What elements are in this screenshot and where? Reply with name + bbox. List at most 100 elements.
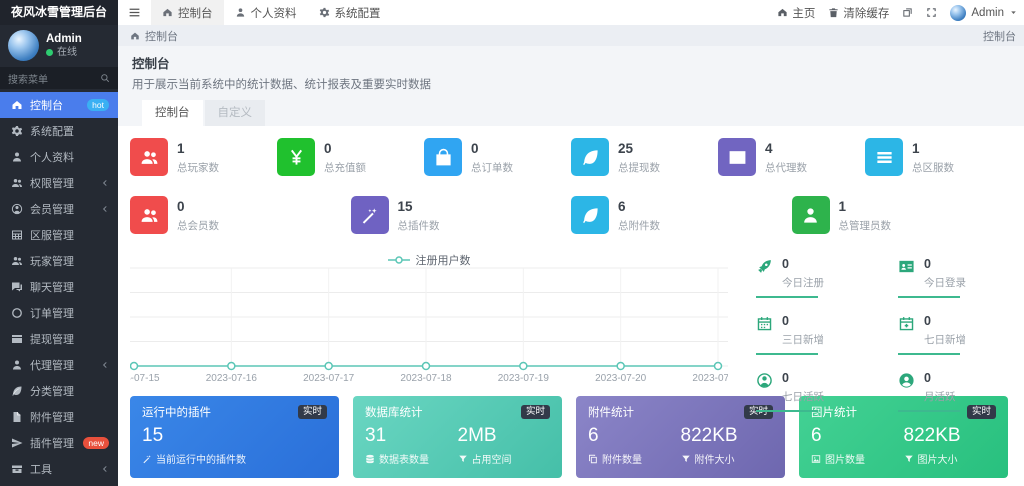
window-icon bbox=[902, 7, 913, 18]
user-name: Admin bbox=[46, 32, 82, 46]
sidebar-user-panel[interactable]: Admin 在线 bbox=[0, 25, 118, 65]
users-icon bbox=[11, 177, 23, 189]
users-icon bbox=[11, 255, 23, 267]
yen-icon bbox=[277, 138, 315, 176]
clear-cache-button[interactable]: 清除缓存 bbox=[828, 5, 889, 21]
topbar-tab-profile[interactable]: 个人资料 bbox=[224, 0, 308, 25]
topbar-user-name: Admin bbox=[971, 7, 1004, 19]
new-window-button[interactable] bbox=[902, 7, 913, 18]
database-icon bbox=[365, 454, 375, 464]
sidebar-item-players[interactable]: 玩家管理 bbox=[0, 248, 118, 274]
table-icon bbox=[11, 229, 23, 241]
svg-text:2023-07-18: 2023-07-18 bbox=[400, 373, 452, 384]
realtime-badge: 实时 bbox=[298, 405, 327, 419]
sidebar-item-dashboard[interactable]: 控制台hot bbox=[0, 92, 118, 118]
stat-monthly-active: 0月活跃 bbox=[898, 364, 1012, 421]
online-dot bbox=[46, 49, 53, 56]
sidebar-item-categories[interactable]: 分类管理 bbox=[0, 378, 118, 404]
legend-label: 注册用户数 bbox=[416, 252, 471, 268]
copy-icon bbox=[588, 454, 598, 464]
sidebar-item-permissions[interactable]: 权限管理 bbox=[0, 170, 118, 196]
stat-7day-active: 0七日活跃 bbox=[756, 364, 870, 421]
user-circle-icon bbox=[11, 203, 23, 215]
card-running-plugins: 运行中的插件实时 15当前运行中的插件数 bbox=[130, 396, 339, 478]
search-placeholder: 搜索菜单 bbox=[8, 71, 48, 86]
hot-badge: hot bbox=[87, 99, 109, 111]
chevron-left-icon bbox=[101, 465, 109, 473]
id-card-icon bbox=[718, 138, 756, 176]
stat-today-registered: 0今日注册 bbox=[756, 250, 870, 307]
filter-icon bbox=[458, 454, 468, 464]
admin-dashboard: 夜风冰雪管理后台 Admin 在线 搜索菜单 控制台hot 系统配置 个人资料 … bbox=[0, 0, 1024, 486]
sidebar-item-profile[interactable]: 个人资料 bbox=[0, 144, 118, 170]
page-title: 控制台 bbox=[132, 53, 1010, 72]
paper-plane-icon bbox=[11, 437, 23, 449]
sidebar-toggle-button[interactable] bbox=[118, 6, 151, 19]
user-icon bbox=[11, 151, 23, 163]
sidebar-item-attachments[interactable]: 附件管理 bbox=[0, 404, 118, 430]
dashboard-icon bbox=[130, 31, 140, 41]
sidebar-item-orders[interactable]: 订单管理 bbox=[0, 300, 118, 326]
comments-icon bbox=[11, 281, 23, 293]
svg-text:2023-07-19: 2023-07-19 bbox=[498, 373, 550, 384]
topbar-tab-dashboard[interactable]: 控制台 bbox=[151, 0, 224, 25]
bag-icon bbox=[424, 138, 462, 176]
user-menu[interactable]: Admin bbox=[950, 5, 1018, 21]
breadcrumb-right: 控制台 bbox=[983, 28, 1016, 44]
kpi-cards: 运行中的插件实时 15当前运行中的插件数 数据库统计实时 31数据表数量 2MB… bbox=[130, 396, 1008, 478]
stat-total-members: 0总会员数 bbox=[130, 196, 351, 240]
breadcrumb-bar: 控制台 控制台 bbox=[118, 25, 1024, 46]
gear-icon bbox=[319, 7, 330, 18]
topbar-tab-system-config[interactable]: 系统配置 bbox=[308, 0, 392, 25]
user-icon bbox=[792, 196, 830, 234]
middle-row: 注册用户数 2023-07-152023-07-162023-07-172023… bbox=[118, 250, 1024, 386]
users-icon bbox=[130, 138, 168, 176]
stat-total-agents: 4总代理数 bbox=[718, 138, 865, 182]
fullscreen-button[interactable] bbox=[926, 7, 937, 18]
card-title: 数据库统计 bbox=[365, 404, 423, 420]
stat-total-withdrawals: 25总提现数 bbox=[571, 138, 718, 182]
image-icon bbox=[811, 454, 821, 464]
sidebar-item-members[interactable]: 会员管理 bbox=[0, 196, 118, 222]
svg-text:2023-07-21: 2023-07-21 bbox=[692, 373, 728, 384]
search-icon bbox=[100, 73, 110, 83]
stat-today-logins: 0今日登录 bbox=[898, 250, 1012, 307]
home-icon bbox=[777, 7, 788, 18]
toolbox-icon bbox=[11, 463, 23, 475]
home-link[interactable]: 主页 bbox=[777, 5, 815, 21]
card-attachment-stats: 附件统计实时 6附件数量 822KB附件大小 bbox=[576, 396, 785, 478]
line-chart: 2023-07-152023-07-162023-07-172023-07-18… bbox=[130, 260, 728, 386]
leaf-icon bbox=[571, 138, 609, 176]
sidebar-item-chat[interactable]: 聊天管理 bbox=[0, 274, 118, 300]
mini-stats: 0今日注册 0今日登录 0三日新增 0七日新增 0七日活跃 0月活跃 bbox=[732, 250, 1024, 386]
chevron-left-icon bbox=[101, 361, 109, 369]
stat-total-recharge: 0总充值额 bbox=[277, 138, 424, 182]
menu-search-input[interactable]: 搜索菜单 bbox=[0, 67, 118, 89]
sidebar-item-servers[interactable]: 区服管理 bbox=[0, 222, 118, 248]
stats-row-1: 1总玩家数 0总充值额 0总订单数 25总提现数 4总代理数 1总区服数 bbox=[130, 138, 1012, 182]
filter-icon bbox=[904, 454, 914, 464]
page-description: 用于展示当前系统中的统计数据、统计报表及重要实时数据 bbox=[132, 76, 1010, 92]
content: 控制台 用于展示当前系统中的统计数据、统计报表及重要实时数据 控制台 自定义 1… bbox=[118, 46, 1024, 486]
topbar: 控制台 个人资料 系统配置 主页 清除缓存 Admin bbox=[118, 0, 1024, 25]
sidebar-item-system-config[interactable]: 系统配置 bbox=[0, 118, 118, 144]
app-title: 夜风冰雪管理后台 bbox=[0, 0, 118, 25]
breadcrumb[interactable]: 控制台 bbox=[130, 28, 178, 44]
sidebar-item-plugins[interactable]: 插件管理new bbox=[0, 430, 118, 456]
svg-text:2023-07-17: 2023-07-17 bbox=[303, 373, 355, 384]
tab-dashboard[interactable]: 控制台 bbox=[142, 100, 203, 126]
user-status: 在线 bbox=[57, 46, 77, 59]
fullscreen-icon bbox=[926, 7, 937, 18]
chart-legend[interactable]: 注册用户数 bbox=[130, 252, 728, 268]
id-card-icon bbox=[898, 258, 915, 275]
sidebar-item-agents[interactable]: 代理管理 bbox=[0, 352, 118, 378]
user-icon bbox=[235, 7, 246, 18]
sidebar-item-tools[interactable]: 工具 bbox=[0, 456, 118, 482]
wand-icon bbox=[351, 196, 389, 234]
chevron-left-icon bbox=[101, 205, 109, 213]
card-title: 附件统计 bbox=[588, 404, 634, 420]
tab-custom[interactable]: 自定义 bbox=[205, 100, 266, 126]
sidebar-item-withdrawals[interactable]: 提现管理 bbox=[0, 326, 118, 352]
avatar bbox=[8, 30, 39, 61]
page-header: 控制台 用于展示当前系统中的统计数据、统计报表及重要实时数据 控制台 自定义 bbox=[118, 46, 1024, 126]
